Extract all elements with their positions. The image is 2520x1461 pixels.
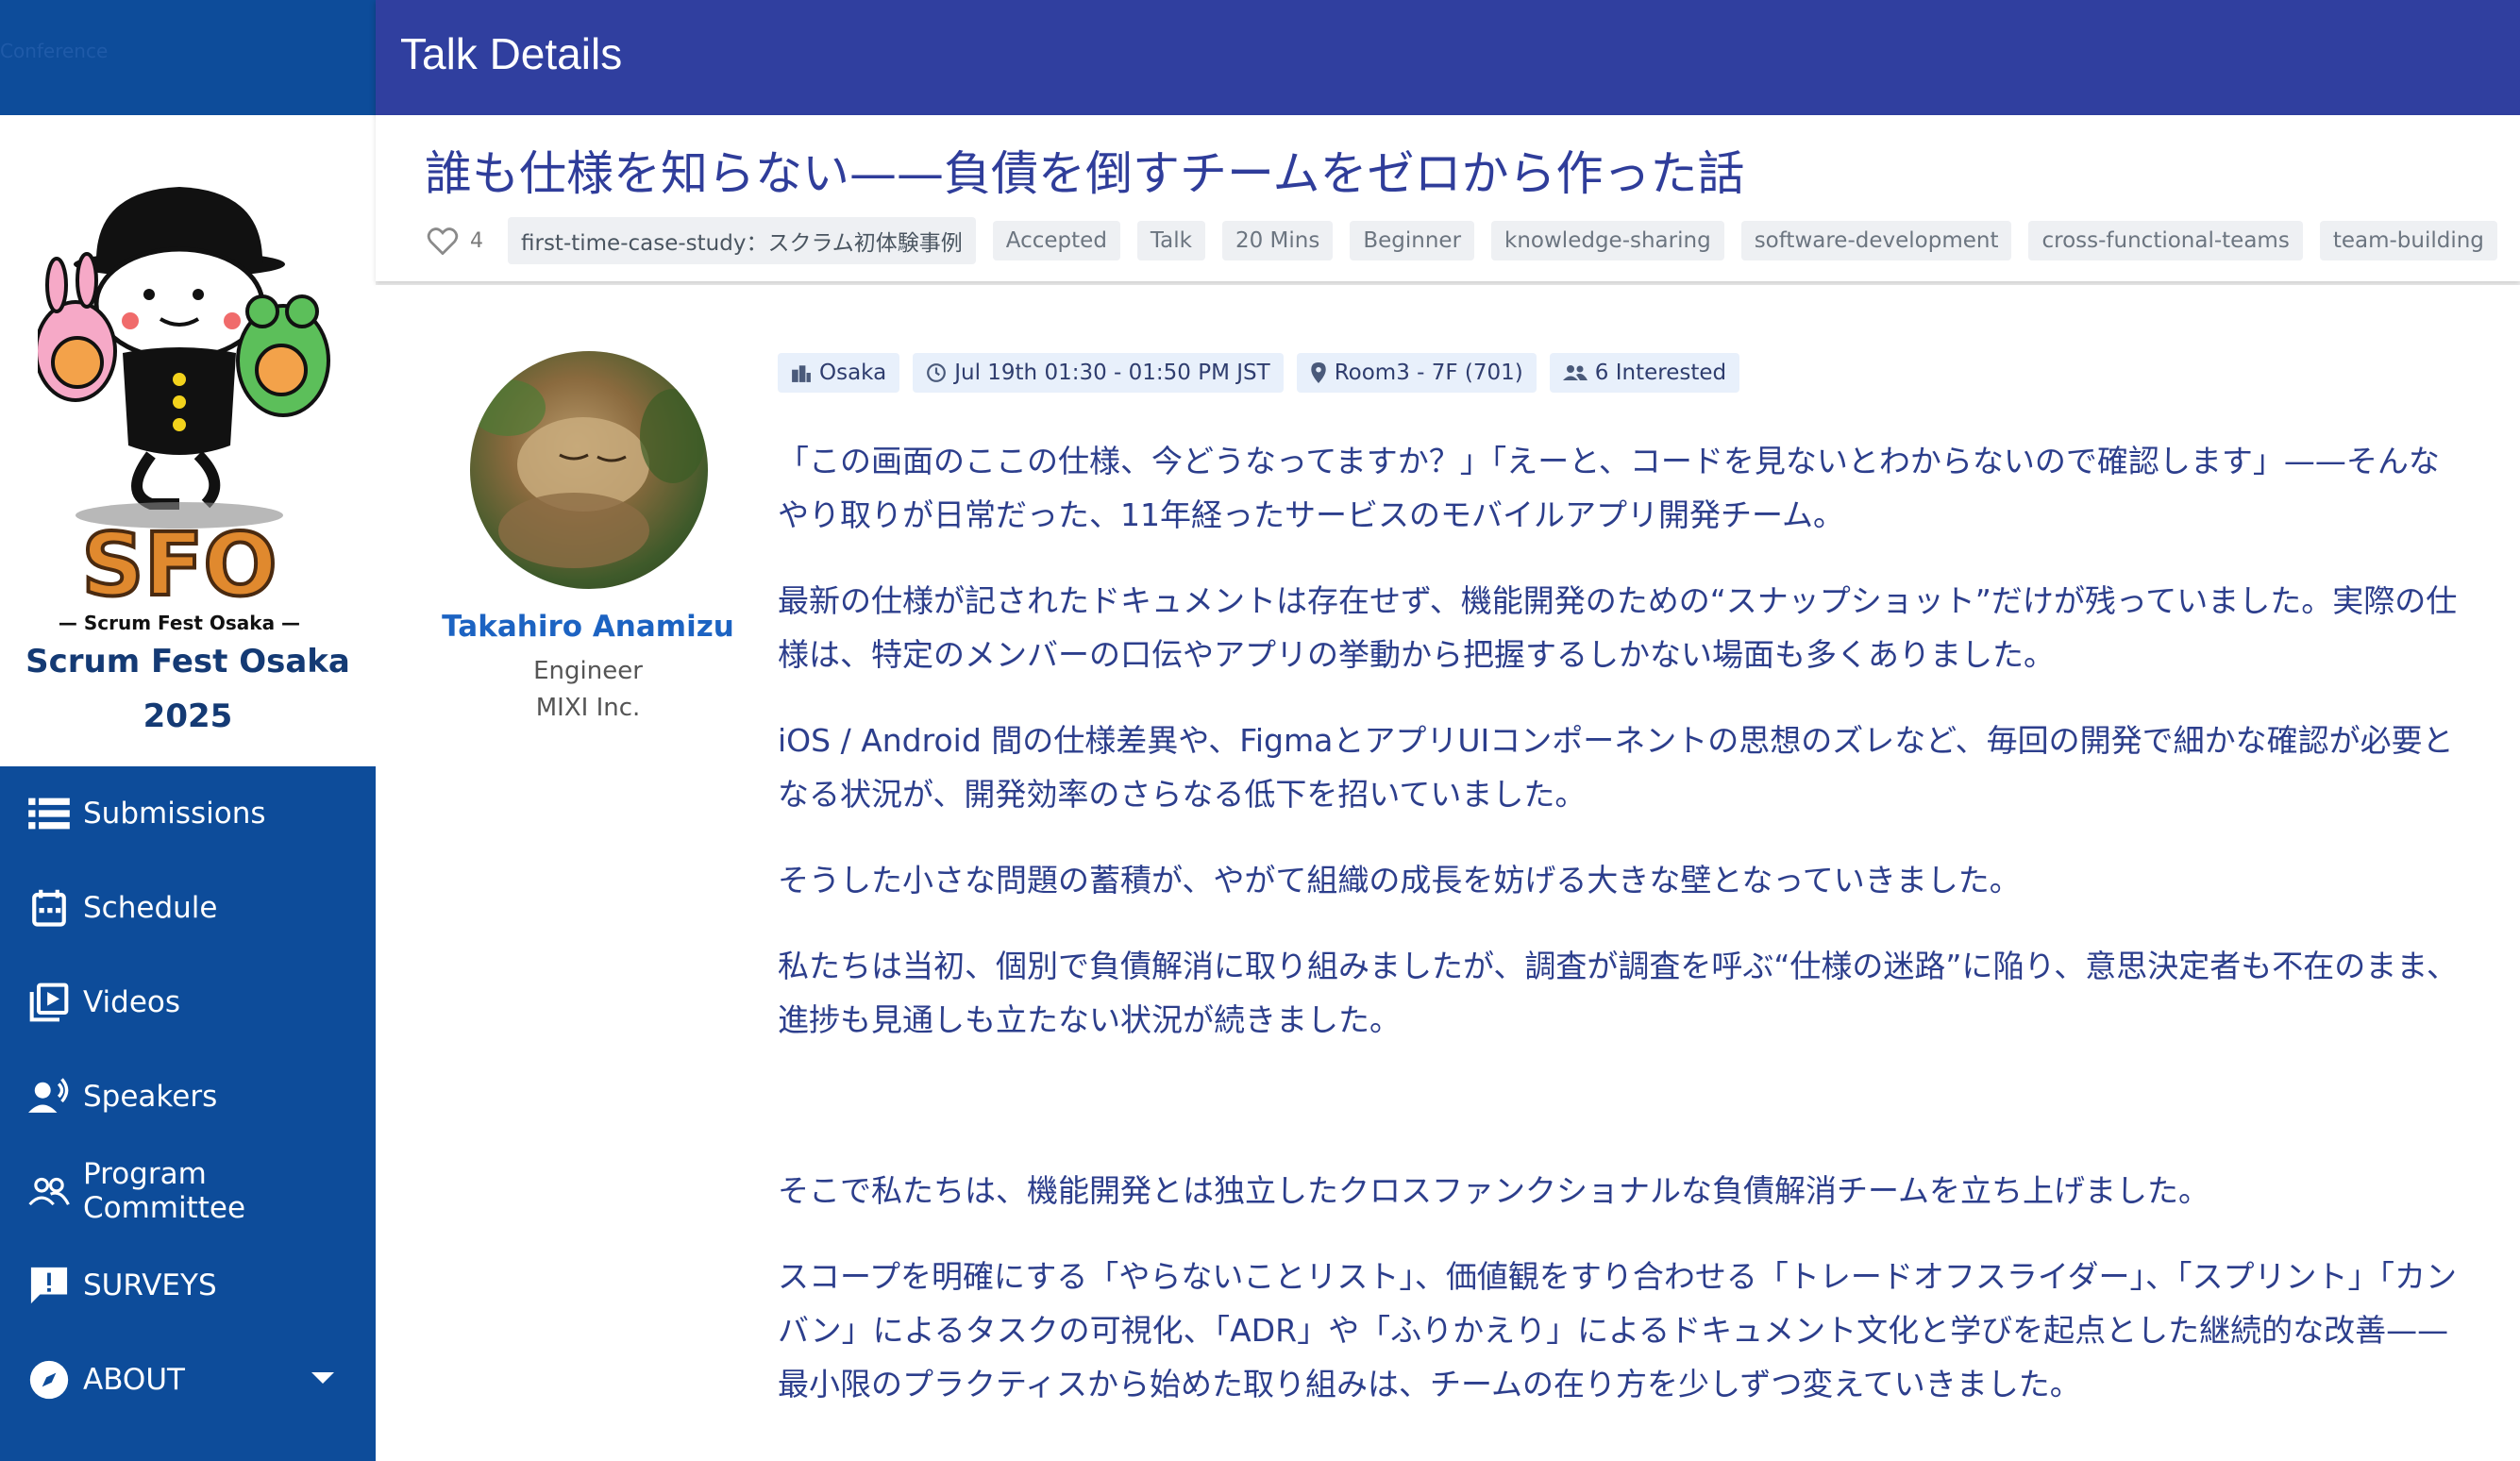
compass-icon bbox=[28, 1359, 70, 1401]
sidebar-item-videos[interactable]: Videos bbox=[0, 955, 376, 1050]
location-text: Osaka bbox=[819, 361, 887, 385]
description-paragraph: そこで私たちは、機能開発とは独立したクロスファンクショナルな負債解消チームを立ち… bbox=[778, 1172, 2210, 1209]
like-button[interactable]: 4 bbox=[427, 227, 483, 255]
level-chip: Beginner bbox=[1350, 221, 1475, 260]
sidebar-ghost-text: Conference bbox=[0, 40, 109, 62]
sidebar-item-label: ABOUT bbox=[83, 1363, 185, 1397]
description-paragraph: 「この画面のここの仕様、今どうなってますか？」「えーと、コードを見ないとわからな… bbox=[778, 443, 2440, 533]
sidebar-item-speakers[interactable]: Speakers bbox=[0, 1050, 376, 1144]
speaker-role: Engineer bbox=[533, 657, 643, 685]
sidebar-nav: Submissions Schedule Videos Speakers Pro… bbox=[0, 766, 376, 1427]
sidebar-top: Conference bbox=[0, 0, 376, 115]
mascot-logo: SFO — Scrum Fest Osaka — bbox=[38, 187, 330, 634]
logo-subtext: — Scrum Fest Osaka — bbox=[59, 612, 300, 634]
speaker-name-link[interactable]: Takahiro Anamizu bbox=[432, 610, 744, 644]
description-paragraph: 私たちは当初、個別で負債解消に取り組みましたが、調査が調査を呼ぶ“仕様の迷路”に… bbox=[778, 948, 2458, 1038]
group-icon bbox=[1562, 365, 1588, 380]
sidebar-item-schedule[interactable]: Schedule bbox=[0, 861, 376, 955]
sidebar-item-program-committee[interactable]: Program Committee bbox=[0, 1144, 376, 1238]
list-icon bbox=[28, 793, 70, 834]
talk-description: 「この画面のここの仕様、今どうなってますか？」「えーと、コードを見ないとわからな… bbox=[778, 434, 2458, 1443]
tag-chip[interactable]: team-building bbox=[2319, 221, 2497, 260]
tag-chip[interactable]: knowledge-sharing bbox=[1491, 221, 1724, 260]
cat-photo bbox=[470, 379, 706, 568]
building-icon bbox=[792, 365, 811, 382]
page-title: Talk Details bbox=[400, 29, 623, 78]
map-pin-icon bbox=[1311, 362, 1326, 383]
calendar-icon bbox=[28, 887, 70, 929]
sidebar: Conference SFO — Scrum Fest Osaka — Scru… bbox=[0, 0, 376, 1461]
sidebar-item-about[interactable]: ABOUT bbox=[0, 1333, 376, 1427]
people-icon bbox=[28, 1170, 70, 1212]
clock-icon bbox=[927, 363, 947, 382]
sidebar-item-label: Videos bbox=[83, 985, 181, 1019]
sidebar-item-label: Submissions bbox=[83, 797, 266, 831]
talk-meta: Osaka Jul 19th 01:30 - 01:50 PM JST Room… bbox=[778, 353, 1753, 393]
tag-chip[interactable]: first-time-case-study：スクラム初体験事例 bbox=[508, 217, 976, 264]
brand-panel[interactable]: SFO — Scrum Fest Osaka — Scrum Fest Osak… bbox=[0, 115, 376, 766]
description-paragraph: iOS / Android 間の仕様差異や、FigmaとアプリUIコンポーネント… bbox=[778, 722, 2454, 813]
time-chip: Jul 19th 01:30 - 01:50 PM JST bbox=[913, 353, 1284, 393]
duration-chip: 20 Mins bbox=[1221, 221, 1334, 260]
like-count: 4 bbox=[470, 228, 483, 253]
sidebar-item-submissions[interactable]: Submissions bbox=[0, 766, 376, 861]
talk-content: Takahiro Anamizu Engineer MIXI Inc. Osak… bbox=[376, 285, 2520, 1461]
sidebar-item-surveys[interactable]: SURVEYS bbox=[0, 1238, 376, 1333]
sidebar-item-label: SURVEYS bbox=[83, 1268, 217, 1302]
room-text: Room3 - 7F (701) bbox=[1334, 361, 1523, 385]
logo-text: SFO bbox=[81, 514, 277, 615]
speaker-company: MIXI Inc. bbox=[535, 694, 641, 722]
format-chip: Talk bbox=[1136, 221, 1205, 260]
time-text: Jul 19th 01:30 - 01:50 PM JST bbox=[954, 361, 1270, 385]
tag-chip[interactable]: cross-functional-teams bbox=[2028, 221, 2303, 260]
sidebar-item-label: Program Committee bbox=[83, 1157, 246, 1225]
status-chip: Accepted bbox=[992, 221, 1120, 260]
chevron-down-icon[interactable] bbox=[311, 1372, 334, 1384]
sidebar-item-label: Schedule bbox=[83, 891, 218, 925]
speaker-icon bbox=[28, 1076, 70, 1117]
brand-name: Scrum Fest Osaka 2025 bbox=[25, 643, 350, 735]
description-paragraph: そうした小さな問題の蓄積が、やがて組織の成長を妨げる大きな壁となっていきました。 bbox=[778, 862, 2021, 898]
description-paragraph: 最新の仕様が記されたドキュメントは存在せず、機能開発のための“スナップショット”… bbox=[778, 582, 2458, 673]
app-bar: Talk Details bbox=[376, 0, 2520, 115]
location-chip: Osaka bbox=[778, 353, 900, 393]
interested-chip[interactable]: 6 Interested bbox=[1549, 353, 1740, 393]
interested-text: 6 Interested bbox=[1594, 361, 1727, 385]
room-chip: Room3 - 7F (701) bbox=[1296, 353, 1537, 393]
heart-icon bbox=[427, 227, 459, 255]
talk-title-card: 誰も仕様を知らない——負債を倒すチームをゼロから作った話 4 first-tim… bbox=[376, 115, 2520, 281]
video-library-icon bbox=[28, 982, 70, 1023]
talk-title: 誰も仕様を知らない——負債を倒すチームをゼロから作った話 bbox=[425, 146, 1745, 201]
speaker-avatar[interactable] bbox=[470, 351, 708, 589]
sidebar-item-label: Speakers bbox=[83, 1080, 218, 1114]
tag-row: 4 first-time-case-study：スクラム初体験事例 Accept… bbox=[427, 217, 2514, 264]
tag-chip[interactable]: software-development bbox=[1740, 221, 2012, 260]
feedback-icon bbox=[28, 1265, 70, 1306]
description-paragraph: スコープを明確にする「やらないことリスト」、価値観をすり合わせる「トレードオフス… bbox=[778, 1258, 2458, 1402]
